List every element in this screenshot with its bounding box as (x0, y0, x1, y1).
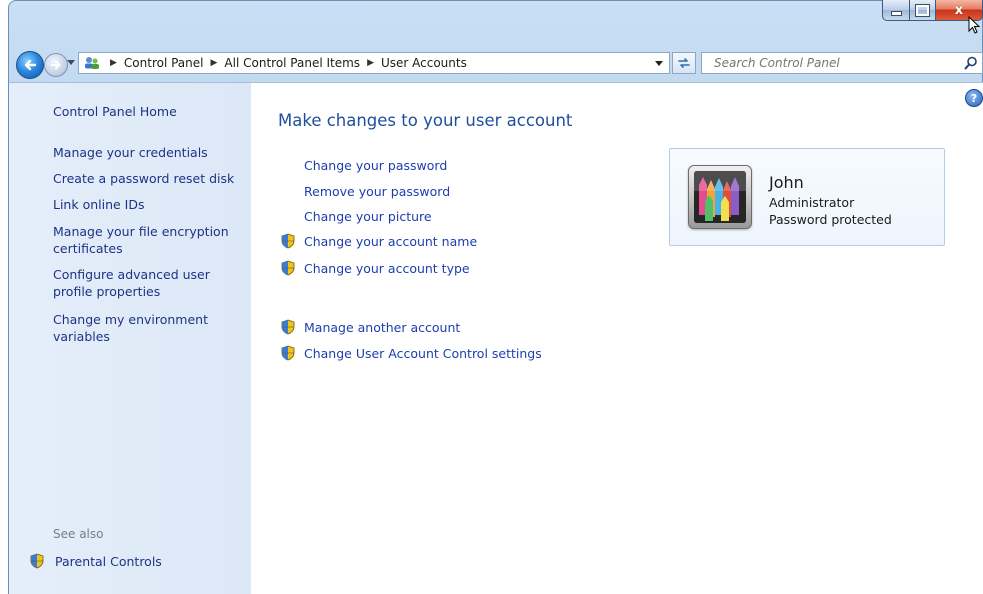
breadcrumb-control-panel[interactable]: Control Panel (124, 56, 204, 70)
account-name: John (769, 173, 804, 192)
close-icon: x (954, 2, 964, 18)
help-icon: ? (970, 91, 978, 105)
back-button[interactable] (16, 51, 44, 79)
user-accounts-icon (85, 57, 99, 69)
task-change-password[interactable]: Change your password (304, 156, 447, 174)
content-area: Control Panel Home Manage your credentia… (9, 82, 983, 594)
sidebar-item-file-encryption-certificates[interactable]: Manage your file encryption certificates (53, 223, 233, 257)
breadcrumb-separator-icon: ▶ (110, 58, 117, 68)
help-button[interactable]: ? (965, 89, 983, 107)
sidebar-item-manage-credentials[interactable]: Manage your credentials (53, 144, 243, 161)
task-manage-another-account[interactable]: Manage another account (280, 318, 460, 336)
task-label: Change your account type (304, 260, 470, 276)
account-password-status: Password protected (769, 212, 892, 227)
search-icon[interactable] (964, 56, 978, 70)
task-remove-password[interactable]: Remove your password (304, 182, 450, 200)
left-task-pane: Control Panel Home Manage your credentia… (9, 83, 251, 594)
mouse-cursor-icon (968, 16, 980, 34)
uac-shield-icon (281, 319, 295, 335)
uac-shield-icon (281, 233, 295, 249)
account-card: John Administrator Password protected (669, 148, 945, 246)
breadcrumb-user-accounts[interactable]: User Accounts (381, 56, 467, 70)
navigation-bar: ▶ Control Panel ▶ All Control Panel Item… (8, 48, 983, 79)
parental-controls-label: Parental Controls (55, 553, 162, 569)
task-change-account-name[interactable]: Change your account name (280, 232, 477, 250)
crayons-picture-icon (694, 171, 746, 223)
search-input[interactable] (712, 55, 946, 71)
back-arrow-icon (24, 59, 37, 71)
breadcrumb-separator-icon[interactable]: ▶ (367, 58, 374, 68)
task-uac-settings[interactable]: Change User Account Control settings (280, 344, 542, 362)
avatar-picture (694, 171, 746, 223)
task-change-account-type[interactable]: Change your account type (280, 259, 470, 277)
forward-button[interactable] (44, 53, 68, 77)
sidebar-item-link-online-ids[interactable]: Link online IDs (53, 196, 243, 213)
address-bar[interactable]: ▶ Control Panel ▶ All Control Panel Item… (78, 52, 670, 74)
account-role: Administrator (769, 195, 855, 210)
maximize-icon (915, 3, 930, 17)
task-label: Change your account name (304, 233, 478, 249)
sidebar-item-environment-variables[interactable]: Change my environment variables (53, 311, 213, 345)
forward-arrow-icon (50, 60, 61, 70)
uac-shield-icon (281, 260, 295, 276)
see-also-heading: See also (53, 527, 104, 541)
explorer-window: x ▶ Control Panel ▶ All Control Panel It… (8, 0, 983, 594)
see-also-parental-controls[interactable]: Parental Controls (29, 553, 162, 569)
sidebar-item-control-panel-home[interactable]: Control Panel Home (53, 103, 243, 120)
breadcrumb-separator-icon[interactable]: ▶ (211, 58, 218, 68)
avatar[interactable] (688, 165, 752, 229)
task-change-picture[interactable]: Change your picture (304, 207, 432, 225)
minimize-icon (890, 10, 902, 16)
sidebar-item-password-reset-disk[interactable]: Create a password reset disk (53, 170, 243, 187)
refresh-button[interactable] (672, 52, 696, 74)
uac-shield-icon (30, 553, 44, 569)
maximize-button[interactable] (910, 0, 936, 21)
minimize-button[interactable] (882, 0, 910, 21)
search-box[interactable] (701, 52, 983, 74)
page-title: Make changes to your user account (278, 111, 573, 130)
address-dropdown-icon[interactable] (655, 61, 663, 66)
refresh-icon (678, 58, 690, 68)
uac-shield-icon (281, 345, 295, 361)
recent-pages-dropdown[interactable] (67, 60, 75, 65)
breadcrumb-all-items[interactable]: All Control Panel Items (224, 56, 360, 70)
sidebar-item-advanced-profile-properties[interactable]: Configure advanced user profile properti… (53, 266, 213, 300)
task-label: Change User Account Control settings (304, 345, 542, 361)
task-label: Manage another account (304, 319, 461, 335)
